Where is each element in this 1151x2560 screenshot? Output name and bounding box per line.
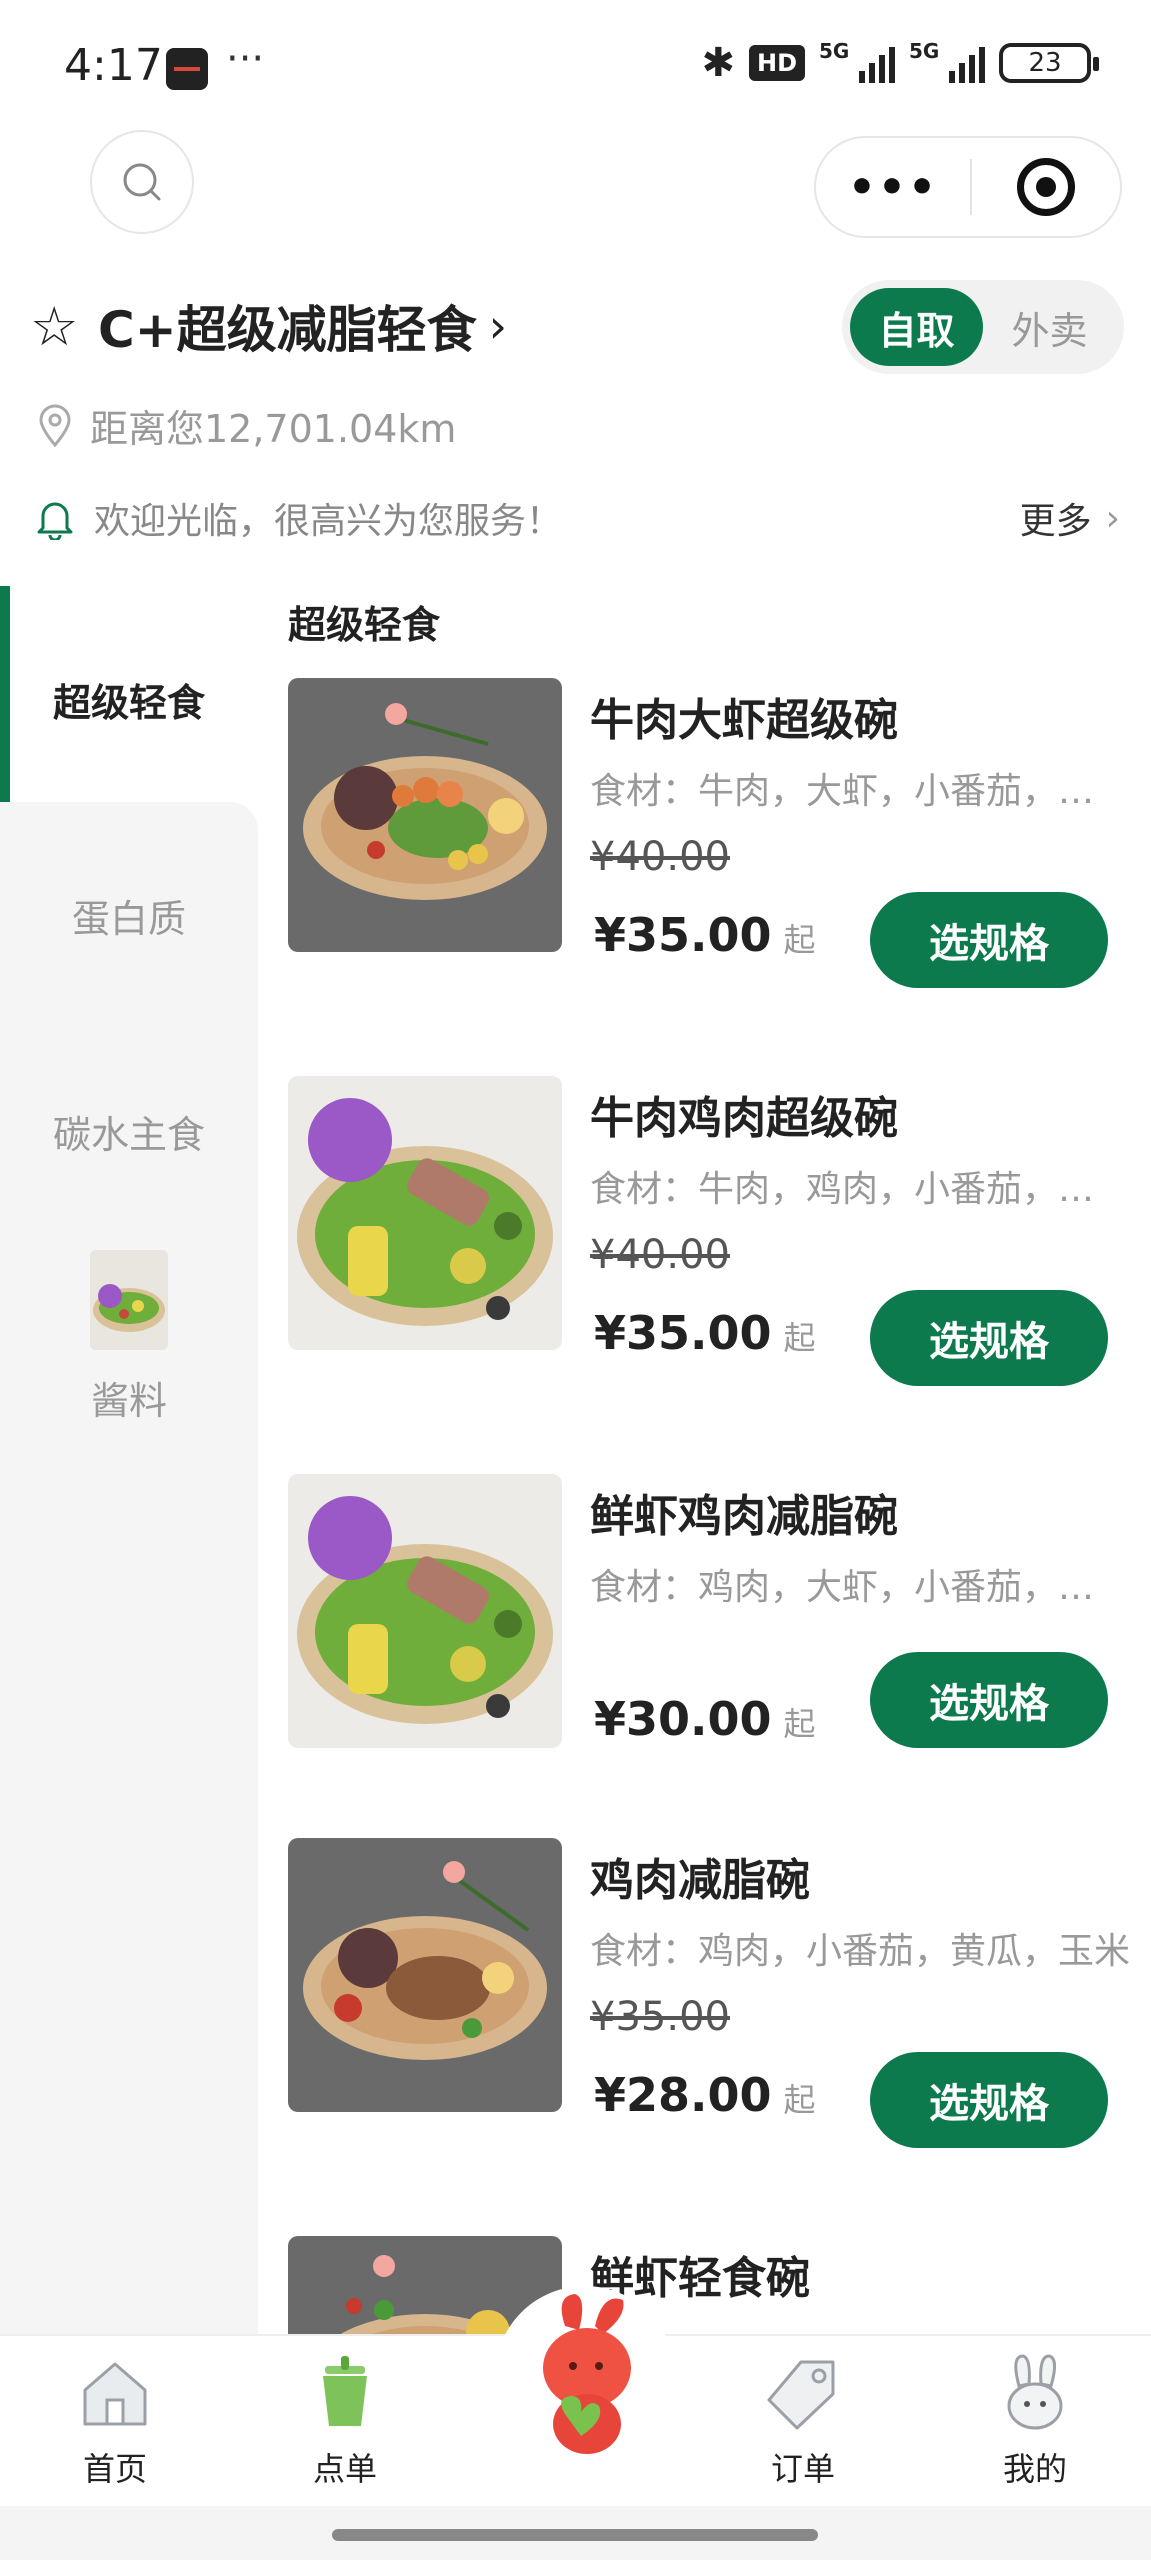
product-item[interactable]: 牛肉鸡肉超级碗 食材：牛肉，鸡肉，小番茄，黄瓜，玉米 ¥40.00 ¥35.00…: [288, 1076, 1130, 1386]
product-ingredients: 食材：鸡肉，大虾，小番茄，黄瓜，玉米: [590, 1567, 1130, 1608]
select-spec-button[interactable]: 选规格: [870, 2052, 1108, 2148]
house-icon: [83, 2362, 147, 2426]
chevron-right-icon: ›: [1105, 497, 1120, 539]
pickup-tab[interactable]: 自取: [850, 288, 983, 366]
notice-text: 欢迎光临，很高兴为您服务！: [94, 501, 563, 542]
category-sidebar: [0, 586, 258, 2336]
status-bar: 4:17 ··· ✱ HD 5G 5G 23: [0, 0, 1151, 130]
sidebar-item-protein[interactable]: 蛋白质: [0, 888, 258, 943]
product-price: ¥28.00 起: [594, 2068, 816, 2122]
product-original-price: ¥40.00: [590, 1232, 730, 1278]
nav-mine[interactable]: 我的: [960, 2352, 1110, 2490]
battery-icon: 23: [999, 43, 1099, 83]
target-icon: [1017, 158, 1075, 216]
price-suffix: 起: [783, 2081, 816, 2119]
nav-order-label: 点单: [312, 2450, 377, 2488]
recorder-app-icon: [166, 48, 208, 90]
search-icon: [123, 163, 161, 201]
sidebar-item-super-light-food[interactable]: 超级轻食: [0, 672, 258, 727]
distance-text: 距离您12,701.04km: [90, 407, 457, 451]
close-miniprogram-button[interactable]: [972, 158, 1120, 216]
delivery-tab[interactable]: 外卖: [983, 288, 1116, 366]
price-value: ¥28.00: [594, 2068, 772, 2122]
nav-orders[interactable]: 订单: [728, 2352, 878, 2490]
nav-home[interactable]: 首页: [40, 2352, 190, 2490]
tag-icon: [767, 2360, 835, 2430]
nav-order[interactable]: 点单: [270, 2352, 420, 2490]
nav-mine-label: 我的: [1002, 2450, 1067, 2488]
miniprogram-capsule: •••: [814, 136, 1122, 238]
signal-icon: 5G: [909, 39, 985, 83]
notice-more-link[interactable]: 更多 ›: [1020, 492, 1120, 544]
product-item[interactable]: 牛肉大虾超级碗 食材：牛肉，大虾，小番茄，黄瓜，玉米 ¥40.00 ¥35.00…: [288, 678, 1130, 988]
price-suffix: 起: [783, 1319, 816, 1357]
rabbit-profile-icon: [1007, 2354, 1063, 2430]
product-ingredients: 食材：鸡肉，小番茄，黄瓜，玉米: [590, 1931, 1130, 1972]
sidebar-item-carbs[interactable]: 碳水主食: [0, 1104, 258, 1159]
store-name: C+超级减脂轻食: [98, 301, 477, 359]
product-name: 鲜虾鸡肉减脂碗: [590, 1491, 898, 1542]
product-name: 鸡肉减脂碗: [590, 1855, 810, 1906]
section-title: 超级轻食: [288, 603, 441, 647]
notice-bar: 欢迎光临，很高兴为您服务！ 更多 ›: [30, 492, 1120, 544]
status-indicators: ✱ HD 5G 5G 23: [701, 39, 1099, 86]
bell-icon: [30, 496, 80, 540]
product-ingredients: 食材：牛肉，鸡肉，小番茄，黄瓜，玉米: [590, 1169, 1130, 1210]
product-item[interactable]: 鸡肉减脂碗 食材：鸡肉，小番茄，黄瓜，玉米 ¥35.00 ¥28.00 起 选规…: [288, 1838, 1130, 2148]
price-suffix: 起: [783, 921, 816, 959]
status-more-icon: ···: [226, 36, 265, 82]
rabbit-mascot-icon: [543, 2294, 631, 2454]
product-price: ¥35.00 起: [594, 908, 816, 962]
signal-icon: 5G: [819, 39, 895, 83]
price-value: ¥30.00: [594, 1692, 772, 1746]
notice-more-label: 更多: [1019, 501, 1092, 542]
product-original-price: ¥35.00: [590, 1994, 730, 2040]
home-indicator[interactable]: [332, 2529, 818, 2541]
status-time: 4:17: [64, 40, 163, 91]
product-item[interactable]: 鲜虾鸡肉减脂碗 食材：鸡肉，大虾，小番茄，黄瓜，玉米 ¥30.00 起 选规格: [288, 1474, 1130, 1754]
product-price: ¥35.00 起: [594, 1306, 816, 1360]
cup-icon: [323, 2356, 367, 2426]
product-image: [288, 1838, 562, 2112]
network-label: 5G: [909, 39, 940, 63]
product-image: [288, 1474, 562, 1748]
product-image: [288, 678, 562, 952]
nav-home-label: 首页: [82, 2450, 147, 2488]
hd-badge: HD: [748, 45, 805, 81]
nav-orders-label: 订单: [770, 2450, 835, 2488]
center-mascot-button[interactable]: [495, 2286, 675, 2466]
select-spec-button[interactable]: 选规格: [870, 892, 1108, 988]
price-suffix: 起: [783, 1705, 816, 1743]
sauce-category-thumbnail[interactable]: [90, 1250, 168, 1350]
select-spec-button[interactable]: 选规格: [870, 1652, 1108, 1748]
product-price: ¥30.00 起: [594, 1692, 816, 1746]
product-name: 牛肉大虾超级碗: [590, 695, 898, 746]
mode-toggle: 自取 外卖: [842, 280, 1124, 374]
network-label: 5G: [819, 39, 850, 63]
select-spec-button[interactable]: 选规格: [870, 1290, 1108, 1386]
location-pin-icon: [30, 404, 80, 448]
search-button[interactable]: [90, 130, 194, 234]
product-image: [288, 1076, 562, 1350]
sidebar-item-sauce[interactable]: 酱料: [0, 1370, 258, 1425]
sidebar-active-curve: [0, 802, 258, 842]
product-name: 牛肉鸡肉超级碗: [590, 1093, 898, 1144]
product-ingredients: 食材：牛肉，大虾，小番茄，黄瓜，玉米: [590, 771, 1130, 812]
more-menu-button[interactable]: •••: [816, 162, 970, 213]
chevron-right-icon: ›: [488, 299, 507, 353]
star-icon[interactable]: ☆: [30, 295, 98, 358]
product-original-price: ¥40.00: [590, 834, 730, 880]
bluetooth-icon: ✱: [701, 40, 735, 86]
price-value: ¥35.00: [594, 908, 772, 962]
price-value: ¥35.00: [594, 1306, 772, 1360]
distance-row: 距离您12,701.04km: [30, 398, 456, 453]
